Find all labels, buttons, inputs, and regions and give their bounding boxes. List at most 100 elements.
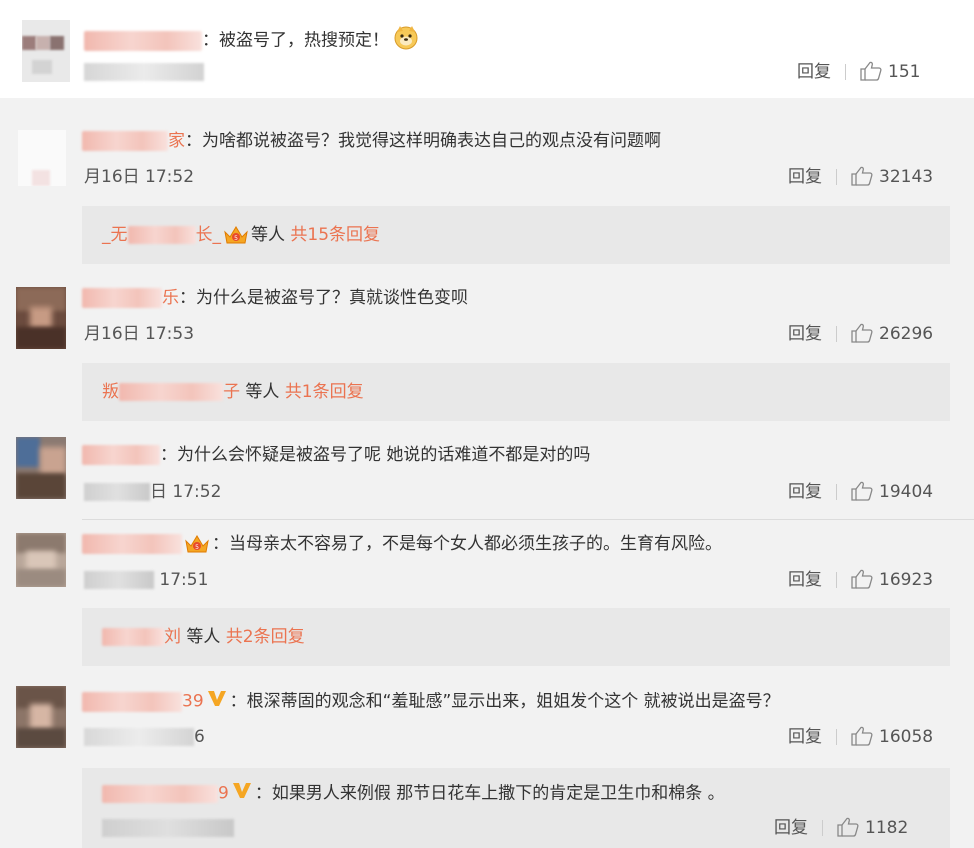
reply-button[interactable]: 回复: [788, 324, 822, 344]
like-button[interactable]: 32143: [851, 165, 933, 189]
username[interactable]: [82, 288, 162, 308]
username-suffix[interactable]: 9: [218, 784, 229, 804]
comment-feed: ：被盗号了，热搜预定！ 回复 151 家：为啥都说被盗号？我觉得这样明确表达自己的…: [0, 0, 974, 848]
time-text: 月16日 17:52: [84, 167, 195, 187]
divider: [836, 484, 837, 500]
username-blur: [102, 628, 164, 646]
comment-actions: 回复 16923: [788, 568, 933, 592]
comment-actions: 回复 19404: [788, 480, 933, 504]
like-button[interactable]: 16923: [851, 568, 933, 592]
like-count: 151: [888, 62, 921, 82]
colon: ：: [202, 30, 219, 51]
sub-replies-line: 叛 子 等人 共1条回复: [102, 380, 364, 404]
sub-reply-text: 如果男人来例假 那节日花车上撒下的肯定是卫生巾和棉条 。: [271, 783, 725, 804]
reply-count-link[interactable]: 共1条回复: [285, 382, 364, 402]
thumbs-up-icon: [860, 61, 882, 81]
like-button[interactable]: 16058: [851, 725, 933, 749]
comment-text: 根深蒂固的观念和“羞耻感”显示出来，姐姐发个这个 就被说出是盗号？: [246, 691, 780, 712]
sub-reply-user-suffix[interactable]: 刘: [164, 627, 181, 647]
sub-etc: 等人: [245, 382, 280, 402]
sub-etc: 等人: [251, 225, 285, 245]
username[interactable]: [82, 131, 168, 151]
username-suffix[interactable]: 乐: [162, 288, 179, 308]
comment-actions: 回复 151: [797, 60, 920, 84]
thumbs-up-icon: [851, 726, 873, 746]
time-text: 日 17:52: [150, 482, 222, 502]
like-button[interactable]: 26296: [851, 322, 933, 346]
thumbs-up-icon: [851, 323, 873, 343]
sub-etc: 等人: [186, 627, 221, 647]
like-count: 26296: [879, 324, 934, 344]
colon: ：: [179, 288, 196, 308]
sub-reply-user-suffix[interactable]: 长_: [196, 225, 222, 245]
avatar[interactable]: [16, 533, 66, 587]
blurred-date: [84, 728, 194, 746]
divider: [822, 820, 823, 836]
comment-divider: [82, 519, 974, 520]
sub-replies-box[interactable]: 叛 子 等人 共1条回复: [82, 363, 950, 421]
comment-line: 乐：为什么是被盗号了？真就谈性色变呗: [82, 286, 468, 310]
sub-reply-actions: 回复 1182: [774, 816, 908, 840]
divider: [845, 64, 846, 80]
crown-badge-icon: 5: [184, 533, 210, 555]
blurred-date: [84, 483, 150, 501]
sub-replies-line: _无 长_ 5 等人 共15条回复: [102, 223, 380, 247]
comment-time: 17:51: [84, 568, 208, 592]
sub-reply-user[interactable]: _无: [102, 225, 128, 245]
comment-time: 月16日 17:53: [84, 322, 194, 346]
reply-button[interactable]: 回复: [797, 62, 831, 82]
colon: ：: [212, 534, 229, 554]
avatar[interactable]: [16, 686, 66, 748]
time-text: 17:51: [159, 570, 209, 590]
comment-line: 家：为啥都说被盗号？我觉得这样明确表达自己的观点没有问题啊: [82, 129, 661, 153]
username[interactable]: [82, 691, 182, 712]
username-suffix[interactable]: 家: [168, 131, 185, 151]
avatar[interactable]: [16, 287, 66, 349]
divider: [836, 169, 837, 185]
thumbs-up-icon: [851, 166, 873, 186]
reply-button[interactable]: 回复: [788, 727, 822, 747]
sub-reply-user[interactable]: 叛: [102, 382, 119, 402]
crown-badge-icon: 5: [223, 224, 249, 246]
comment-time: 日 17:52: [84, 480, 221, 504]
svg-text:5: 5: [234, 235, 238, 242]
reply-count-link[interactable]: 共15条回复: [290, 225, 380, 245]
sub-reply-time: [102, 816, 234, 840]
like-button[interactable]: 19404: [851, 480, 933, 504]
thumbs-up-icon: [851, 569, 873, 589]
comment-line: ：为什么会怀疑是被盗号了呢 她说的话难道不都是对的吗: [82, 443, 590, 467]
divider: [836, 572, 837, 588]
username[interactable]: [82, 534, 182, 554]
username[interactable]: [102, 784, 218, 803]
avatar[interactable]: [18, 130, 66, 186]
username-blur: [119, 383, 223, 401]
comment-line: 39 ：根深蒂固的观念和“羞耻感”显示出来，姐姐发个这个 就被说出是盗号？: [82, 688, 780, 715]
reply-button[interactable]: 回复: [774, 818, 808, 838]
comment-line: ：被盗号了，热搜预定！: [84, 24, 419, 57]
like-count: 19404: [879, 482, 934, 502]
username[interactable]: [84, 30, 202, 51]
verified-v-icon: [231, 780, 253, 807]
reply-button[interactable]: 回复: [788, 570, 822, 590]
avatar[interactable]: [16, 437, 66, 499]
time-text: 6: [194, 727, 205, 747]
avatar[interactable]: [22, 20, 70, 82]
reply-button[interactable]: 回复: [788, 482, 822, 502]
comment-actions: 回复 16058: [788, 725, 933, 749]
verified-v-icon: [206, 688, 228, 715]
sub-replies-box[interactable]: _无 长_ 5 等人 共15条回复: [82, 206, 950, 264]
like-count: 16058: [879, 727, 934, 747]
colon: ：: [185, 131, 202, 151]
username-suffix[interactable]: 39: [182, 692, 204, 712]
divider: [836, 326, 837, 342]
comment-actions: 回复 26296: [788, 322, 933, 346]
reply-button[interactable]: 回复: [788, 167, 822, 187]
reply-count-link[interactable]: 共2条回复: [226, 627, 305, 647]
username[interactable]: [82, 445, 160, 465]
colon: ：: [229, 691, 247, 712]
sub-reply-user-suffix[interactable]: 子: [223, 382, 240, 402]
comment-actions: 回复 32143: [788, 165, 933, 189]
like-button[interactable]: 151: [860, 60, 920, 84]
like-button[interactable]: 1182: [837, 816, 908, 840]
sub-replies-box[interactable]: 刘 等人 共2条回复: [82, 608, 950, 666]
